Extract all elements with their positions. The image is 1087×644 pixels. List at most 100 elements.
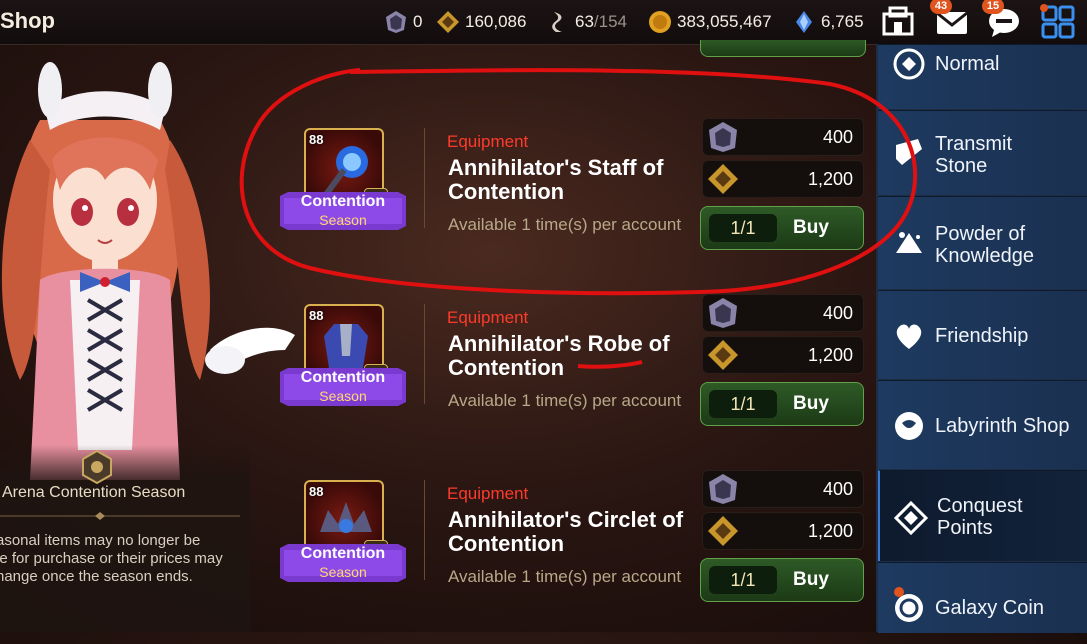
buy-button[interactable]: 1/1 Buy <box>700 206 864 250</box>
item-availability: Available 1 time(s) per account <box>448 215 682 234</box>
skystone-icon <box>796 11 812 33</box>
top-bar: Shop 0 160,086 63 /154 383,055,467 6,765… <box>0 0 1087 45</box>
gold-resource: 383,055,467 <box>648 10 772 34</box>
ribbon-sub-label: Season <box>319 564 367 580</box>
sidebar-item-labyrinth-shop[interactable]: Labyrinth Shop <box>878 380 1087 469</box>
item-cost-arena: 400 <box>702 294 864 332</box>
menu-grid-icon <box>1040 4 1075 39</box>
sidebar-item-label: Transmit Stone <box>935 133 1013 177</box>
item-name-line2: Contention <box>448 179 565 204</box>
gold-coin-icon <box>649 11 671 33</box>
season-name: Arena Contention Season <box>2 484 186 501</box>
sidebar-item-label: Powder of Knowledge <box>935 223 1034 267</box>
shopkeeper-character <box>1 62 295 480</box>
buy-label: Buy <box>793 393 829 414</box>
stamina-max: /154 <box>593 12 628 31</box>
sidebar-item-transmit-stone[interactable]: Transmit Stone <box>878 110 1087 195</box>
item-cost-conquest: 1,200 <box>702 160 864 198</box>
buy-button[interactable]: 1/1 Buy <box>700 382 864 426</box>
item-name-line1: Annihilator's Robe of <box>448 331 670 356</box>
ribbon-sub-label: Season <box>319 212 367 228</box>
labyrinth-icon <box>895 412 923 440</box>
conquest-icon <box>894 501 928 535</box>
item-divider <box>424 304 425 404</box>
sidebar-item-powder-of-knowledge[interactable]: Powder of Knowledge <box>878 196 1087 289</box>
sanctuary-button[interactable] <box>880 4 916 40</box>
skystone-resource: 6,765 <box>792 10 864 34</box>
season-emblem-icon <box>82 450 112 484</box>
sidebar-item-label: Normal <box>935 53 1000 75</box>
sidebar-item-normal[interactable]: Normal <box>878 44 1087 109</box>
item-category: Equipment <box>447 308 529 327</box>
previous-buy-button-edge[interactable] <box>700 40 866 57</box>
item-cost-arena-value: 400 <box>822 479 853 499</box>
item-availability: Available 1 time(s) per account <box>448 391 682 410</box>
arena-flag-icon <box>709 474 737 504</box>
item-name-line1: Annihilator's Staff of <box>448 155 664 180</box>
item-cost-arena: 400 <box>702 470 864 508</box>
shop-item-row: 88 Contention Season Equipment Annihilat… <box>270 294 870 468</box>
sidebar-item-label: Labyrinth Shop <box>935 415 1070 437</box>
conquest-points-icon <box>708 516 738 546</box>
sidebar-item-label: Friendship <box>935 325 1029 347</box>
item-name: Annihilator's Staff of Contention <box>448 156 708 204</box>
chat-button[interactable]: 15 <box>982 0 1022 40</box>
season-ribbon: Contention Season <box>280 544 406 582</box>
buy-quantity: 1/1 <box>709 390 777 418</box>
mail-badge: 43 <box>930 0 952 14</box>
shop-item-row: 88 Contention Season Equipment Annihilat… <box>270 118 870 292</box>
buy-label: Buy <box>793 569 829 590</box>
arena-flag-icon <box>386 11 406 33</box>
item-name-line2: Contention <box>448 355 565 380</box>
arena-flag-icon <box>709 298 737 328</box>
item-name-line2: Contention <box>448 531 565 556</box>
galaxy-coin-notification-dot <box>894 587 904 597</box>
shop-item-row: 88 Contention Season Equipment Annihilat… <box>270 470 870 644</box>
transmit-stone-icon <box>896 139 922 165</box>
item-availability: Available 1 time(s) per account <box>448 567 682 586</box>
normal-shop-icon <box>893 48 925 80</box>
ribbon-main-label: Contention <box>300 545 386 562</box>
item-name: Annihilator's Robe of Contention <box>448 332 708 380</box>
item-name: Annihilator's Circlet of Contention <box>448 508 708 556</box>
buy-quantity: 1/1 <box>709 214 777 242</box>
conquest-points-icon <box>708 340 738 370</box>
powder-icon <box>896 232 922 253</box>
item-name-line1: Annihilator's Circlet of <box>448 507 684 532</box>
season-description: asonal items may no longer be le for pur… <box>0 532 223 585</box>
item-cost-conquest-value: 1,200 <box>807 521 853 541</box>
sidebar-item-friendship[interactable]: Friendship <box>878 290 1087 379</box>
skystone-value: 6,765 <box>821 12 864 31</box>
conquest-points-resource: 160,086 <box>436 10 526 34</box>
mail-button[interactable]: 43 <box>930 0 970 40</box>
buy-button[interactable]: 1/1 Buy <box>700 558 864 602</box>
buy-label: Buy <box>793 217 829 238</box>
arena-flag-value: 0 <box>413 12 423 31</box>
item-category: Equipment <box>447 484 529 503</box>
ribbon-main-label: Contention <box>300 193 386 210</box>
item-divider <box>424 480 425 580</box>
arena-flag-resource: 0 <box>384 10 422 34</box>
page-title: Shop <box>0 8 55 33</box>
ribbon-sub-label: Season <box>319 388 367 404</box>
season-divider <box>0 512 240 520</box>
season-ribbon: Contention Season <box>280 368 406 406</box>
stamina-icon <box>552 12 562 32</box>
item-cost-conquest: 1,200 <box>702 512 864 550</box>
conquest-points-icon <box>437 11 459 33</box>
item-divider <box>424 128 425 228</box>
sidebar-item-label: Galaxy Coin <box>935 597 1044 619</box>
buy-quantity: 1/1 <box>709 566 777 594</box>
item-cost-conquest: 1,200 <box>702 336 864 374</box>
menu-button[interactable] <box>1040 4 1076 40</box>
arena-flag-icon <box>709 122 737 152</box>
item-cost-conquest-value: 1,200 <box>807 169 853 189</box>
conquest-points-icon <box>708 164 738 194</box>
sidebar-item-conquest-points[interactable]: Conquest Points <box>878 470 1087 561</box>
sidebar-item-galaxy-coin[interactable]: Galaxy Coin <box>878 562 1087 633</box>
sidebar-item-label: Conquest Points <box>937 495 1023 539</box>
stamina-resource: 63 /154 <box>546 10 627 34</box>
conquest-points-value: 160,086 <box>465 12 527 31</box>
stamina-value: 63 <box>575 12 594 31</box>
item-cost-conquest-value: 1,200 <box>807 345 853 365</box>
